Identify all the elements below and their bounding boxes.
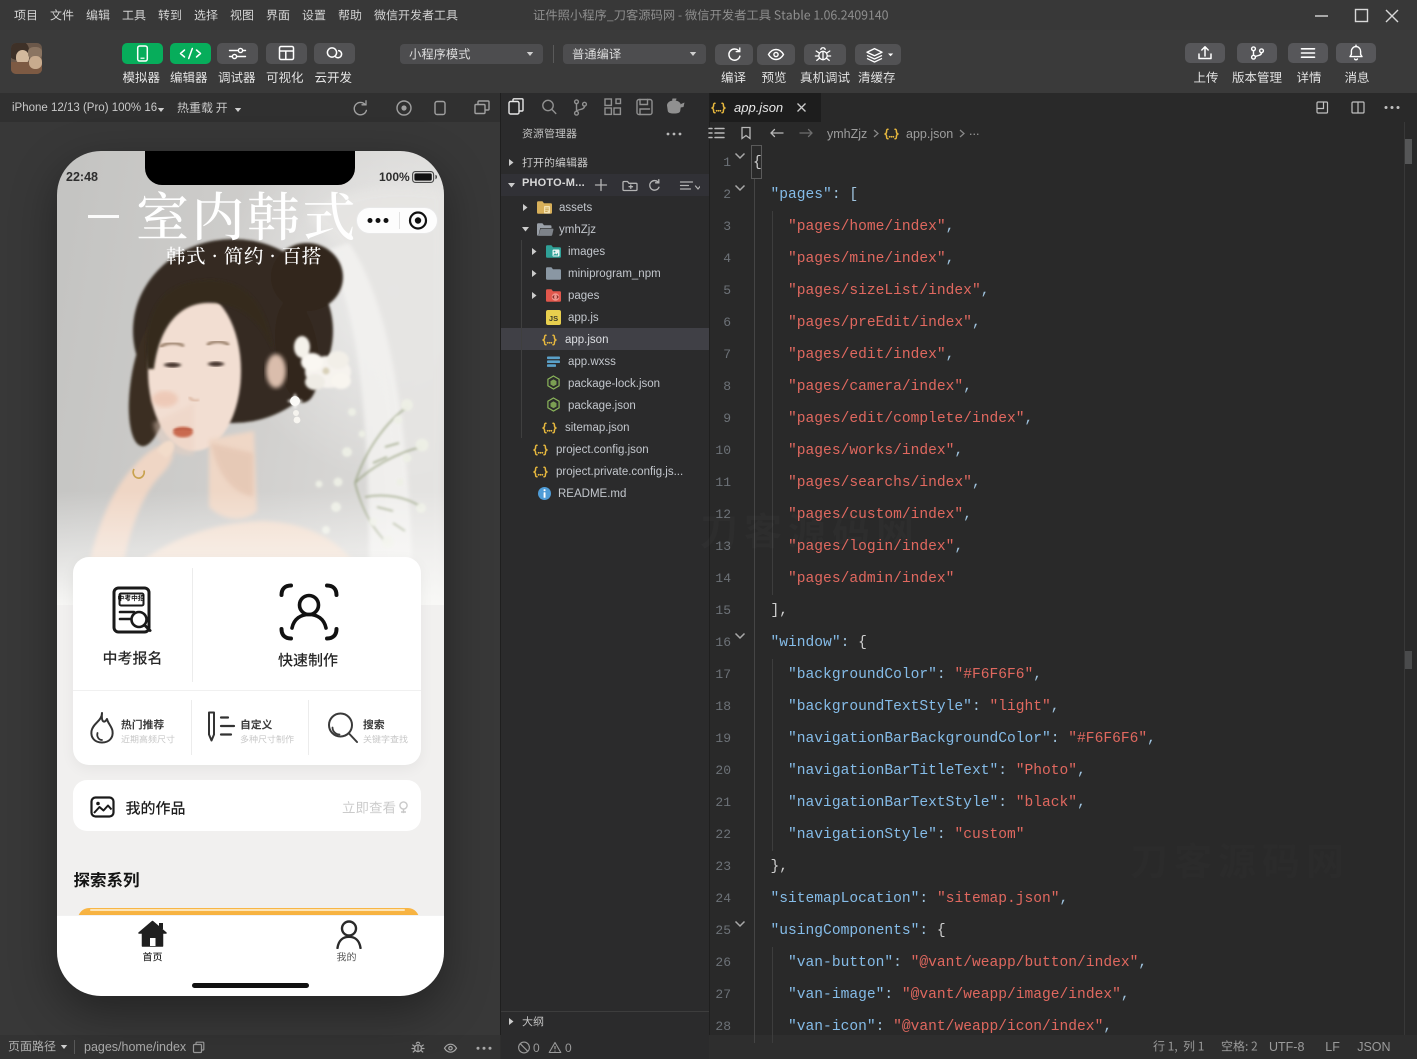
svg-text:JS: JS	[549, 314, 558, 323]
